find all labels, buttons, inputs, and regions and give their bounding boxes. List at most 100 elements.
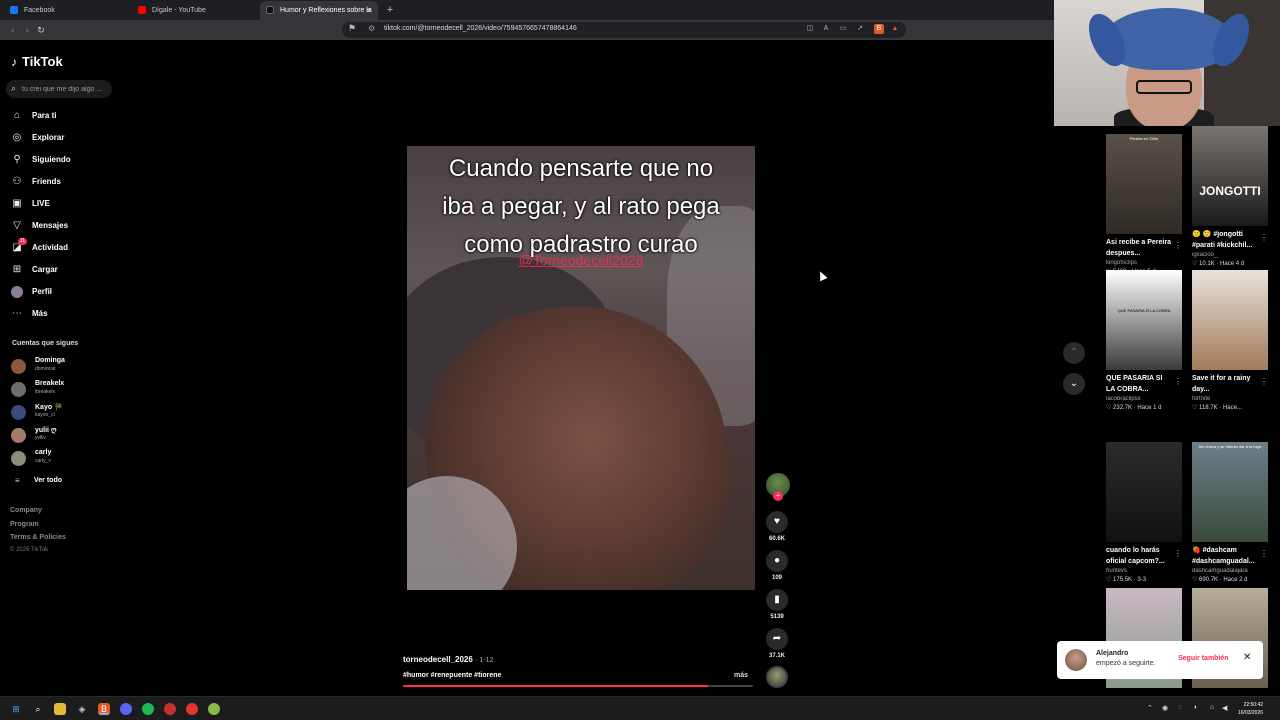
file-explorer-icon[interactable] xyxy=(54,703,66,715)
more-options-icon[interactable]: ⋮ xyxy=(1260,233,1268,242)
new-tab-button[interactable]: + xyxy=(382,1,398,20)
recommended-title[interactable]: QUE PASARIA SI LA COBRA... xyxy=(1106,373,1182,395)
tab-tiktok-active[interactable]: Humor y Reflexiones sobre la ✕ xyxy=(260,1,378,20)
recommended-title[interactable]: 🙂 🙂 #jongotti #parati #kickchil... xyxy=(1192,229,1268,251)
recommended-video-card[interactable]: QUE PASARIA SI LA COBRA QUE PASARIA SI LA… xyxy=(1106,270,1182,411)
more-options-icon[interactable]: ⋮ xyxy=(1174,549,1182,558)
brave-shield-icon[interactable]: B xyxy=(874,24,884,34)
toast-name[interactable]: Alejandro xyxy=(1096,650,1128,657)
chrome-icon[interactable] xyxy=(208,703,220,715)
brave-browser-icon[interactable]: B xyxy=(98,703,110,715)
close-icon[interactable]: ✕ xyxy=(1243,652,1251,663)
app-icon[interactable] xyxy=(164,703,176,715)
bookmark-icon[interactable]: ▮ xyxy=(766,589,788,611)
following-account[interactable]: carly carly_v xyxy=(11,448,111,468)
search-icon[interactable]: ⌕ xyxy=(32,703,44,715)
reader-icon[interactable]: ◫ xyxy=(805,24,815,34)
windows-start-icon[interactable]: ⊞ xyxy=(10,703,22,715)
search-input[interactable] xyxy=(22,82,110,96)
heart-icon[interactable]: ♥ xyxy=(766,511,788,533)
back-icon[interactable]: ‹ xyxy=(6,23,20,37)
share-icon[interactable]: ↗ xyxy=(855,24,865,34)
cast-icon[interactable]: ▭ xyxy=(838,24,848,34)
following-account[interactable]: Breakelx ibreakelx xyxy=(11,379,111,399)
music-disc-icon[interactable] xyxy=(766,666,788,688)
more-description-button[interactable]: más xyxy=(734,672,748,679)
comment-icon[interactable]: ● xyxy=(766,550,788,572)
nav-cargar[interactable]: ⊞ Cargar xyxy=(0,261,110,279)
nav-friends[interactable]: ⚇ Friends xyxy=(0,173,110,191)
tab-facebook[interactable]: Facebook xyxy=(4,1,128,20)
video-username[interactable]: torneodecell_2026 xyxy=(403,655,473,664)
more-options-icon[interactable]: ⋮ xyxy=(1174,377,1182,386)
tiktok-logo[interactable]: ♪ TikTok xyxy=(11,54,63,69)
footer-link-program[interactable]: Program xyxy=(10,521,39,528)
discord-icon[interactable] xyxy=(120,703,132,715)
more-options-icon[interactable]: ⋮ xyxy=(1260,377,1268,386)
nav-mensajes[interactable]: ▽ Mensajes xyxy=(0,217,110,235)
nav-live[interactable]: ▣ LIVE xyxy=(0,195,110,213)
close-tab-icon[interactable]: ✕ xyxy=(365,1,372,20)
save-action[interactable]: ▮ 5139 xyxy=(766,589,788,620)
video-thumbnail[interactable]: QUE PASARIA SI LA COBRA xyxy=(1106,270,1182,370)
tray-app2-icon[interactable]: ◐ xyxy=(1194,704,1198,711)
video-thumbnail[interactable]: Me choca y se intenta dar a la fuga xyxy=(1192,442,1268,542)
recommended-title[interactable]: cuando lo harás oficial capcom?... xyxy=(1106,545,1182,567)
nav-actividad[interactable]: ◪ 11 Actividad xyxy=(0,238,110,257)
previous-video-button[interactable]: ⌃ xyxy=(1063,342,1085,364)
nav-explorar[interactable]: ◎ Explorar xyxy=(0,129,110,147)
more-options-icon[interactable]: ⋮ xyxy=(1174,241,1182,250)
recommended-author[interactable]: fortnite xyxy=(1192,396,1268,402)
site-info-icon[interactable]: ⚙ xyxy=(368,24,375,33)
video-author[interactable]: torneodecell_2026 · 1-12 xyxy=(403,655,493,664)
following-account[interactable]: Dominga domincat xyxy=(11,356,111,376)
recommended-author[interactable]: kingofsclips xyxy=(1106,260,1182,266)
nav-perfil[interactable]: Perfil xyxy=(0,283,110,301)
tray-arrow-icon[interactable]: ⌃ xyxy=(1147,704,1153,712)
avatar[interactable] xyxy=(1065,649,1087,671)
tab-youtube[interactable]: Dígale - YouTube xyxy=(132,1,256,20)
follow-plus-button[interactable]: + xyxy=(773,491,783,501)
recommended-author[interactable]: dashcamguadalajara xyxy=(1192,568,1268,574)
tray-discord-icon[interactable]: ◉ xyxy=(1162,704,1168,712)
reload-icon[interactable]: ↻ xyxy=(34,23,48,37)
forward-icon[interactable]: › xyxy=(20,23,34,37)
footer-link-company[interactable]: Company xyxy=(10,507,42,514)
recommended-author[interactable]: igxacioo_ xyxy=(1192,252,1268,258)
recommended-video-card[interactable]: Save it for a rainy day... fortnite ♡ 118.… xyxy=(1192,270,1268,411)
recommended-video-card[interactable]: cuando lo harás oficial capcom?... huntev… xyxy=(1106,442,1182,583)
recommended-title[interactable]: Save it for a rainy day... xyxy=(1192,373,1268,395)
nav-siguiendo[interactable]: ⚲ Siguiendo xyxy=(0,151,110,169)
video-thumbnail[interactable]: JONGOTTI xyxy=(1192,126,1268,226)
share-action[interactable]: ➦ 37.1K xyxy=(766,628,788,659)
recommended-video-card[interactable]: Pereira en Chile Asi recibe a Pereira des… xyxy=(1106,134,1182,275)
ver-todo-button[interactable]: ≡ Ver todo xyxy=(12,476,92,488)
taskbar-clock[interactable]: 22:50:42 16/03/2026 xyxy=(1238,701,1263,717)
nav-mas[interactable]: ⋯ Más xyxy=(0,305,110,323)
recommended-video-card[interactable]: Me choca y se intenta dar a la fuga 🍓 #da… xyxy=(1192,442,1268,583)
tray-app-icon[interactable]: ◌ xyxy=(1178,704,1182,711)
footer-link-terms[interactable]: Terms & Policies xyxy=(10,534,66,541)
share-arrow-icon[interactable]: ➦ xyxy=(766,628,788,650)
comment-action[interactable]: ● 109 xyxy=(766,550,788,581)
nav-para-ti[interactable]: ⌂ Para ti xyxy=(0,107,110,125)
brave-taskbar-icon[interactable]: ◈ xyxy=(76,703,88,715)
recommended-title[interactable]: 🍓 #dashcam #dashcamguadal... xyxy=(1192,545,1268,567)
video-progress-bar[interactable] xyxy=(403,685,753,687)
translate-icon[interactable]: A xyxy=(821,24,831,34)
recommended-title[interactable]: Asi recibe a Pereira despues... xyxy=(1106,237,1182,259)
like-action[interactable]: ♥ 60.6K xyxy=(766,511,788,542)
brave-rewards-icon[interactable]: ▲ xyxy=(890,24,900,34)
recommended-video-card[interactable]: JONGOTTI 🙂 🙂 #jongotti #parati #kickchil.… xyxy=(1192,126,1268,267)
video-thumbnail[interactable]: Pereira en Chile xyxy=(1106,134,1182,234)
bookmark-icon[interactable]: ⚑ xyxy=(348,23,356,34)
video-player[interactable]: Cuando pensarte que no iba a pegar, y al… xyxy=(407,146,755,590)
recommended-author[interactable]: lacobraclipsx xyxy=(1106,396,1182,402)
video-thumbnail[interactable] xyxy=(1192,270,1268,370)
next-video-button[interactable]: ⌄ xyxy=(1063,373,1085,395)
recommended-author[interactable]: huntevs xyxy=(1106,568,1182,574)
volume-icon[interactable]: ◀ xyxy=(1222,704,1227,712)
video-thumbnail[interactable] xyxy=(1106,442,1182,542)
spotify-icon[interactable] xyxy=(142,703,154,715)
search-box[interactable]: ⌕ xyxy=(6,80,112,98)
